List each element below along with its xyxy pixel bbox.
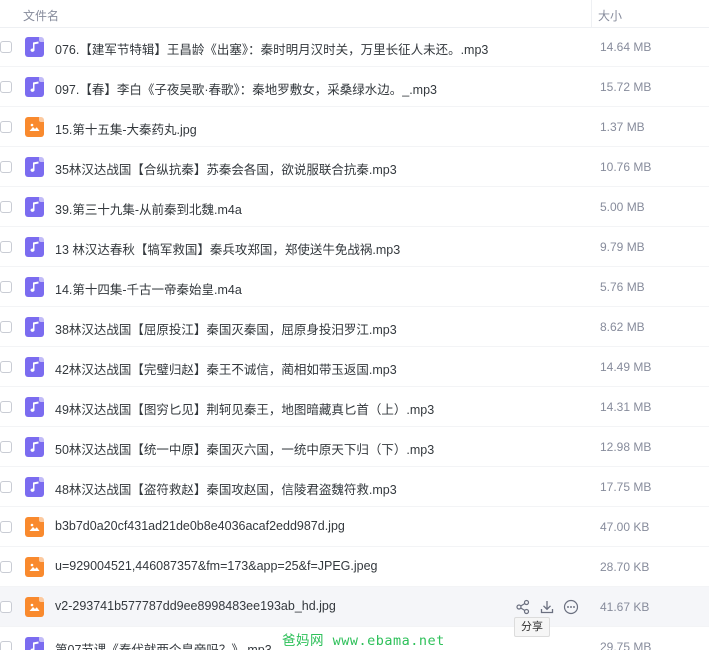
- share-icon[interactable]: [514, 598, 532, 616]
- music-note-icon: [25, 637, 44, 650]
- file-name[interactable]: 38林汉达战国【屈原投江】秦国灭秦国，屈原身投汨罗江.mp3: [55, 319, 397, 338]
- file-name[interactable]: 14.第十四集-千古一帝秦始皇.m4a: [55, 279, 242, 298]
- music-note-icon: [25, 397, 44, 417]
- file-row[interactable]: 50林汉达战国【统一中原】秦国灭六国，一统中原天下归（下）.mp3 12.98 M…: [0, 427, 709, 467]
- file-row[interactable]: 15.第十五集-大秦药丸.jpg 1.37 MB: [0, 107, 709, 147]
- download-icon[interactable]: [538, 598, 556, 616]
- file-name[interactable]: 49林汉达战国【图穷匕见】荆轲见秦王，地图暗藏真匕首（上）.mp3: [55, 399, 434, 418]
- music-note-icon: [25, 157, 44, 177]
- file-size: 8.62 MB: [600, 320, 645, 334]
- file-row[interactable]: 48林汉达战国【盗符救赵】秦国攻赵国，信陵君盗魏符救.mp3 17.75 MB: [0, 467, 709, 507]
- file-name[interactable]: 50林汉达战国【统一中原】秦国灭六国，一统中原天下归（下）.mp3: [55, 439, 434, 458]
- row-checkbox[interactable]: [0, 121, 12, 133]
- file-name[interactable]: b3b7d0a20cf431ad21de0b8e4036acaf2edd987d…: [55, 519, 345, 533]
- file-size: 28.70 KB: [600, 560, 650, 574]
- music-note-icon: [25, 477, 44, 497]
- file-row[interactable]: 097.【春】李白《子夜吴歌·春歌》：秦地罗敷女，采桑绿水边。_.mp3 15.7…: [0, 67, 709, 107]
- file-row[interactable]: 14.第十四集-千古一帝秦始皇.m4a 5.76 MB: [0, 267, 709, 307]
- file-list-header: 文件名 大小: [0, 0, 709, 28]
- file-row[interactable]: v2-293741b577787dd9ee8998483ee193ab_hd.j…: [0, 587, 709, 627]
- file-size: 12.98 MB: [600, 440, 652, 454]
- more-icon[interactable]: [562, 598, 580, 616]
- file-size: 41.67 KB: [600, 600, 650, 614]
- file-size: 29.75 MB: [600, 640, 652, 650]
- row-checkbox[interactable]: [0, 401, 12, 413]
- row-checkbox[interactable]: [0, 521, 12, 533]
- music-note-icon: [25, 77, 44, 97]
- row-checkbox[interactable]: [0, 81, 12, 93]
- file-row[interactable]: 38林汉达战国【屈原投江】秦国灭秦国，屈原身投汨罗江.mp3 8.62 MB: [0, 307, 709, 347]
- file-name[interactable]: 39.第三十九集-从前秦到北魏.m4a: [55, 199, 242, 218]
- music-note-icon: [25, 357, 44, 377]
- file-size: 14.31 MB: [600, 400, 652, 414]
- file-row[interactable]: 35林汉达战国【合纵抗秦】苏秦会各国，欲说服联合抗秦.mp3 10.76 MB: [0, 147, 709, 187]
- column-divider[interactable]: [591, 0, 592, 28]
- file-list: 076.【建军节特辑】王昌龄《出塞》：秦时明月汉时关，万里长征人未还。.mp3 1…: [0, 27, 709, 650]
- file-name[interactable]: 48林汉达战国【盗符救赵】秦国攻赵国，信陵君盗魏符救.mp3: [55, 479, 397, 498]
- image-icon: [25, 597, 44, 617]
- row-checkbox[interactable]: [0, 361, 12, 373]
- music-note-icon: [25, 37, 44, 57]
- row-checkbox[interactable]: [0, 41, 12, 53]
- row-checkbox[interactable]: [0, 561, 12, 573]
- row-checkbox[interactable]: [0, 601, 12, 613]
- music-note-icon: [25, 437, 44, 457]
- file-size: 15.72 MB: [600, 80, 652, 94]
- file-size: 14.64 MB: [600, 40, 652, 54]
- row-checkbox[interactable]: [0, 641, 12, 650]
- row-checkbox[interactable]: [0, 161, 12, 173]
- file-row[interactable]: 42林汉达战国【完璧归赵】秦王不诚信，蔺相如带玉返国.mp3 14.49 MB: [0, 347, 709, 387]
- row-checkbox[interactable]: [0, 321, 12, 333]
- file-row[interactable]: 13 林汉达春秋【犒军救国】秦兵攻郑国，郑使送牛免战祸.mp3 9.79 MB: [0, 227, 709, 267]
- column-header-size[interactable]: 大小: [598, 7, 622, 24]
- file-name[interactable]: u=929004521,446087357&fm=173&app=25&f=JP…: [55, 559, 378, 573]
- file-row[interactable]: 39.第三十九集-从前秦到北魏.m4a 5.00 MB: [0, 187, 709, 227]
- music-note-icon: [25, 277, 44, 297]
- image-icon: [25, 517, 44, 537]
- row-checkbox[interactable]: [0, 201, 12, 213]
- share-tooltip: 分享: [514, 617, 550, 637]
- music-note-icon: [25, 197, 44, 217]
- file-size: 9.79 MB: [600, 240, 645, 254]
- image-icon: [25, 117, 44, 137]
- file-name[interactable]: 42林汉达战国【完璧归赵】秦王不诚信，蔺相如带玉返国.mp3: [55, 359, 397, 378]
- file-name[interactable]: 097.【春】李白《子夜吴歌·春歌》：秦地罗敷女，采桑绿水边。_.mp3: [55, 79, 437, 98]
- row-checkbox[interactable]: [0, 481, 12, 493]
- watermark: 爸妈网 www.ebama.net: [282, 633, 445, 649]
- file-row[interactable]: b3b7d0a20cf431ad21de0b8e4036acaf2edd987d…: [0, 507, 709, 547]
- file-name[interactable]: 第07节课《秦代就两个皇帝吗？》.mp3: [55, 639, 272, 650]
- row-checkbox[interactable]: [0, 241, 12, 253]
- file-size: 17.75 MB: [600, 480, 652, 494]
- file-name[interactable]: 13 林汉达春秋【犒军救国】秦兵攻郑国，郑使送牛免战祸.mp3: [55, 239, 400, 258]
- file-name[interactable]: 076.【建军节特辑】王昌龄《出塞》：秦时明月汉时关，万里长征人未还。.mp3: [55, 39, 488, 58]
- file-size: 47.00 KB: [600, 520, 650, 534]
- music-note-icon: [25, 317, 44, 337]
- file-size: 14.49 MB: [600, 360, 652, 374]
- file-size: 10.76 MB: [600, 160, 652, 174]
- music-note-icon: [25, 237, 44, 257]
- file-size: 1.37 MB: [600, 120, 645, 134]
- row-checkbox[interactable]: [0, 441, 12, 453]
- row-checkbox[interactable]: [0, 281, 12, 293]
- file-row[interactable]: u=929004521,446087357&fm=173&app=25&f=JP…: [0, 547, 709, 587]
- file-size: 5.76 MB: [600, 280, 645, 294]
- file-name[interactable]: 15.第十五集-大秦药丸.jpg: [55, 119, 197, 138]
- column-header-name[interactable]: 文件名: [23, 7, 59, 24]
- file-row[interactable]: 076.【建军节特辑】王昌龄《出塞》：秦时明月汉时关，万里长征人未还。.mp3 1…: [0, 27, 709, 67]
- file-size: 5.00 MB: [600, 200, 645, 214]
- image-icon: [25, 557, 44, 577]
- file-name[interactable]: v2-293741b577787dd9ee8998483ee193ab_hd.j…: [55, 599, 336, 613]
- file-name[interactable]: 35林汉达战国【合纵抗秦】苏秦会各国，欲说服联合抗秦.mp3: [55, 159, 397, 178]
- file-row[interactable]: 49林汉达战国【图穷匕见】荆轲见秦王，地图暗藏真匕首（上）.mp3 14.31 M…: [0, 387, 709, 427]
